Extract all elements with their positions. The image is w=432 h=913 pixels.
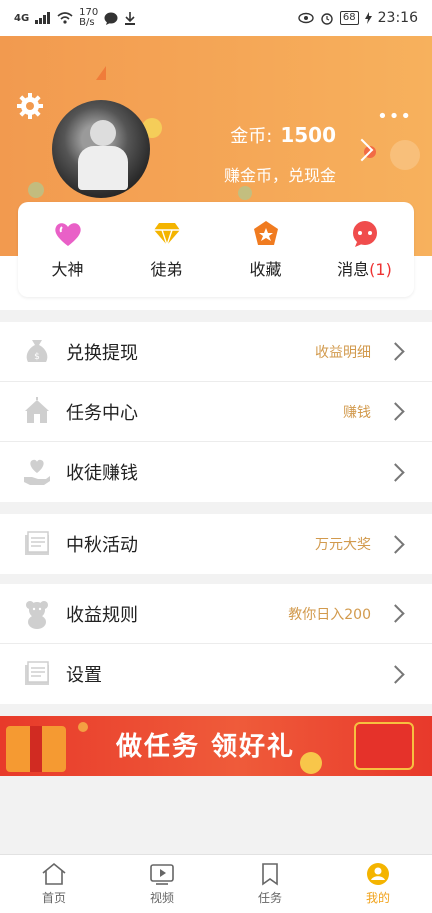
menu-group-1: $ 兑换提现 收益明细 任务中心 赚钱 收徒赚钱 — [0, 322, 432, 502]
quick-label: 收藏 — [249, 259, 282, 279]
menu-item-recruit[interactable]: 收徒赚钱 — [0, 442, 432, 502]
menu-label: 中秋活动 — [66, 535, 138, 556]
promo-banner[interactable]: 做任务 领好礼 — [0, 716, 432, 776]
charging-icon — [364, 12, 372, 24]
coin-decor — [78, 722, 88, 732]
banner-text: 做任务 领好礼 — [116, 732, 296, 762]
net-speed: 170 B/s — [79, 8, 98, 28]
alarm-icon — [321, 13, 333, 25]
heart-icon — [54, 220, 82, 248]
avatar[interactable] — [52, 100, 150, 198]
gear-icon[interactable] — [16, 92, 44, 120]
video-icon — [150, 864, 174, 885]
red-envelope-icon — [354, 722, 414, 770]
decor-dot — [96, 66, 106, 80]
clock: 23:16 — [377, 10, 418, 26]
menu-hint[interactable]: 教你日入200 — [288, 604, 371, 624]
diamond-icon — [153, 220, 181, 248]
money-bag-icon: $ — [26, 339, 48, 362]
menu-item-exchange[interactable]: $ 兑换提现 收益明细 — [0, 322, 432, 382]
menu-item-earning-rules[interactable]: 收益规则 教你日入200 — [0, 584, 432, 644]
tab-mine[interactable]: 我的 — [324, 855, 432, 913]
decor-dot — [238, 186, 252, 200]
tab-label: 任务 — [257, 891, 282, 905]
bear-icon — [26, 600, 48, 629]
chevron-right-icon — [386, 402, 405, 421]
menu-group-3: 收益规则 教你日入200 设置 — [0, 584, 432, 704]
coin-decor — [300, 752, 322, 774]
coin-balance[interactable]: 金币: 1500 — [230, 122, 336, 148]
quick-label-messages: 消息(1) — [337, 256, 392, 280]
home-icon — [42, 862, 66, 885]
menu-hint[interactable]: 万元大奖 — [315, 534, 371, 554]
hand-heart-icon — [24, 459, 50, 485]
menu-label: 收益规则 — [66, 604, 138, 626]
eye-icon — [298, 12, 314, 24]
signal-icon — [35, 12, 51, 24]
menu-item-settings[interactable]: 设置 — [0, 644, 432, 704]
tab-label: 首页 — [41, 891, 66, 905]
menu-hint[interactable]: 收益明细 — [315, 342, 371, 362]
menu-item-mid-autumn[interactable]: 中秋活动 万元大奖 — [0, 514, 432, 574]
chevron-right-icon — [386, 534, 405, 554]
document-icon — [25, 661, 49, 685]
coin-value: 1500 — [280, 123, 336, 147]
battery-level: 68 — [339, 11, 359, 25]
document-icon — [25, 531, 49, 555]
chat-icon — [351, 220, 379, 248]
decor-dot — [390, 140, 420, 170]
quick-label: 大神 — [51, 259, 84, 279]
message-count: (1) — [369, 259, 392, 279]
menu-label: 任务中心 — [66, 402, 138, 424]
menu-label: 兑换提现 — [66, 342, 138, 364]
earn-link[interactable]: 赚金币，兑现金 — [224, 162, 336, 186]
coin-label: 金币: — [230, 126, 273, 147]
download-icon — [125, 11, 136, 25]
network-label: 4G — [14, 12, 30, 24]
tab-home[interactable]: 首页 — [0, 855, 108, 913]
wifi-icon — [57, 12, 73, 24]
more-menu-icon[interactable]: ••• — [377, 106, 412, 127]
bookmark-icon — [262, 863, 278, 886]
quick-item-xiaoxi[interactable]: 消息(1) — [315, 202, 414, 297]
star-icon — [252, 220, 280, 248]
quick-item-tudi[interactable]: 徒弟 — [117, 202, 216, 297]
menu-label: 设置 — [66, 665, 102, 686]
avatar-head — [90, 120, 116, 146]
bottom-tab-bar: 首页 视频 任务 我的 — [0, 854, 432, 913]
gift-ribbon — [30, 726, 42, 772]
quick-label: 消息 — [337, 259, 370, 279]
tab-label: 我的 — [365, 891, 390, 905]
menu-hint[interactable]: 赚钱 — [343, 402, 371, 422]
tab-video[interactable]: 视频 — [108, 855, 216, 913]
decor-dot — [28, 182, 44, 198]
quick-item-dashen[interactable]: 大神 — [18, 202, 117, 297]
net-speed-unit: B/s — [79, 17, 95, 28]
avatar-body — [78, 146, 128, 190]
svg-text:$: $ — [34, 352, 40, 362]
chevron-right-icon — [386, 604, 405, 623]
chevron-right-icon — [386, 342, 405, 361]
menu-item-task-center[interactable]: 任务中心 赚钱 — [0, 382, 432, 442]
tab-label: 视频 — [149, 891, 174, 905]
tab-task[interactable]: 任务 — [216, 855, 324, 913]
tent-icon — [25, 396, 49, 423]
status-left: 4G 170 B/s — [14, 8, 136, 28]
status-right: 68 23:16 — [298, 10, 418, 26]
quick-actions-card: 大神 徒弟 收藏 消息(1) — [18, 202, 414, 297]
quick-item-shoucang[interactable]: 收藏 — [216, 202, 315, 297]
message-icon — [104, 12, 118, 25]
menu-group-2: 中秋活动 万元大奖 — [0, 514, 432, 574]
profile-icon — [367, 863, 389, 885]
chevron-right-icon — [386, 664, 405, 684]
chevron-right-icon — [386, 462, 405, 482]
menu-label: 收徒赚钱 — [66, 463, 138, 484]
status-bar: 4G 170 B/s 68 23:16 — [0, 0, 432, 36]
quick-label: 徒弟 — [150, 259, 183, 279]
